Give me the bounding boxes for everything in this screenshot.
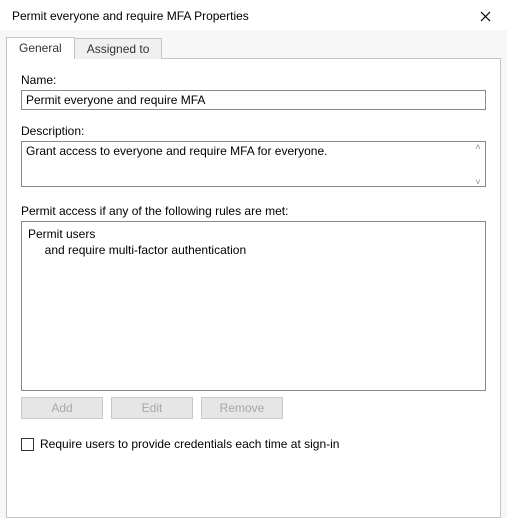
description-scroll: ˄ ˅ bbox=[471, 142, 485, 189]
require-credentials-label: Require users to provide credentials eac… bbox=[40, 437, 339, 451]
rules-label: Permit access if any of the following ru… bbox=[21, 204, 486, 218]
description-section: Description: ˄ ˅ bbox=[21, 124, 486, 190]
window-title: Permit everyone and require MFA Properti… bbox=[12, 9, 249, 23]
require-credentials-row: Require users to provide credentials eac… bbox=[21, 437, 486, 451]
close-icon bbox=[480, 11, 491, 22]
rules-section: Permit access if any of the following ru… bbox=[21, 204, 486, 391]
scroll-up-icon[interactable]: ˄ bbox=[471, 142, 485, 154]
tab-panel-general: Name: Description: ˄ ˅ Permit access if … bbox=[6, 58, 501, 518]
remove-button[interactable]: Remove bbox=[201, 397, 283, 419]
rules-list[interactable]: Permit users and require multi-factor au… bbox=[21, 221, 486, 391]
edit-button[interactable]: Edit bbox=[111, 397, 193, 419]
scroll-down-icon[interactable]: ˅ bbox=[471, 177, 485, 189]
tab-general[interactable]: General bbox=[6, 37, 75, 59]
tab-region: General Assigned to Name: Description: ˄… bbox=[0, 30, 507, 518]
tab-strip: General Assigned to bbox=[6, 36, 501, 59]
name-label: Name: bbox=[21, 73, 486, 87]
description-input[interactable] bbox=[21, 141, 486, 187]
rules-button-row: Add Edit Remove bbox=[21, 397, 486, 419]
name-input[interactable] bbox=[21, 90, 486, 110]
name-section: Name: bbox=[21, 73, 486, 110]
window-titlebar: Permit everyone and require MFA Properti… bbox=[0, 0, 507, 30]
require-credentials-checkbox[interactable] bbox=[21, 438, 34, 451]
description-label: Description: bbox=[21, 124, 486, 138]
add-button[interactable]: Add bbox=[21, 397, 103, 419]
close-button[interactable] bbox=[473, 6, 497, 26]
tab-assigned-to[interactable]: Assigned to bbox=[74, 38, 163, 59]
